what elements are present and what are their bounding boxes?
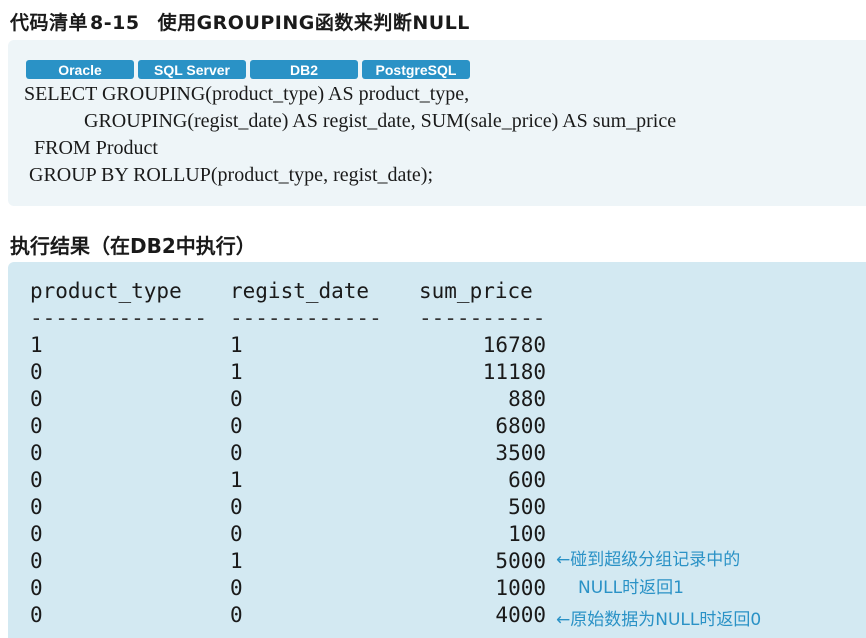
- tag-oracle: Oracle: [26, 60, 134, 79]
- cell-product-type: 0: [30, 468, 43, 492]
- cell-sum-price: 6800: [495, 414, 546, 438]
- tag-postgresql: PostgreSQL: [362, 60, 470, 79]
- listing-caption: 使用GROUPING函数来判断NULL: [157, 12, 470, 34]
- result-panel: product_type regist_date sum_price -----…: [8, 262, 866, 638]
- cell-product-type: 0: [30, 576, 43, 600]
- cell-product-type: 0: [30, 522, 43, 546]
- column-header-regist-date: regist_date: [230, 279, 370, 303]
- tag-db2: DB2: [250, 60, 358, 79]
- cell-regist-date: 1: [230, 360, 243, 384]
- column-separator: ------------: [230, 306, 382, 330]
- listing-number: 8-15: [90, 12, 140, 34]
- code-line: SELECT GROUPING(product_type) AS product…: [24, 83, 470, 105]
- cell-regist-date: 0: [230, 495, 243, 519]
- cell-sum-price: 4000: [495, 603, 546, 627]
- column-separator: --------------: [30, 306, 208, 330]
- cell-regist-date: 0: [230, 414, 243, 438]
- cell-regist-date: 1: [230, 333, 243, 357]
- cell-product-type: 0: [30, 495, 43, 519]
- code-line: GROUPING(regist_date) AS regist_date, SU…: [24, 110, 677, 132]
- listing-label: 代码清单: [10, 12, 89, 34]
- note-line: NULL时返回1: [578, 578, 684, 598]
- cell-sum-price: 600: [508, 468, 546, 492]
- listing-title: 代码清单 8-15 使用GROUPING函数来判断NULL: [10, 8, 470, 35]
- cell-product-type: 0: [30, 414, 43, 438]
- cell-product-type: 0: [30, 549, 43, 573]
- note-line: ←碰到超级分组记录中的: [556, 550, 741, 570]
- cell-product-type: 0: [30, 603, 43, 627]
- result-heading: 执行结果（在DB2中执行）: [10, 234, 256, 258]
- note-original-null: ←原始数据为NULL时返回0: [556, 610, 762, 630]
- cell-regist-date: 0: [230, 522, 243, 546]
- cell-regist-date: 0: [230, 387, 243, 411]
- column-separator: ----------: [419, 306, 546, 330]
- note-superaggregate-null: ←碰到超级分组记录中的 NULL时返回1: [556, 545, 740, 598]
- cell-sum-price: 5000: [495, 549, 546, 573]
- column-header-sum-price: sum_price: [419, 279, 533, 303]
- cell-sum-price: 1000: [495, 576, 546, 600]
- cell-regist-date: 0: [230, 603, 243, 627]
- cell-sum-price: 500: [508, 495, 546, 519]
- cell-sum-price: 880: [508, 387, 546, 411]
- cell-regist-date: 1: [230, 549, 243, 573]
- cell-regist-date: 1: [230, 468, 243, 492]
- cell-regist-date: 0: [230, 441, 243, 465]
- cell-sum-price: 100: [508, 522, 546, 546]
- column-header-product-type: product_type: [30, 279, 182, 303]
- code-line: GROUP BY ROLLUP(product_type, regist_dat…: [24, 164, 434, 186]
- cell-product-type: 0: [30, 441, 43, 465]
- cell-sum-price: 16780: [482, 333, 546, 357]
- cell-product-type: 0: [30, 360, 43, 384]
- cell-regist-date: 0: [230, 576, 243, 600]
- cell-product-type: 0: [30, 387, 43, 411]
- cell-product-type: 1: [30, 333, 43, 357]
- cell-sum-price: 3500: [495, 441, 546, 465]
- tag-sql-server: SQL Server: [138, 60, 246, 79]
- code-block: Oracle SQL Server DB2 PostgreSQL SELECT …: [8, 40, 866, 206]
- code-line: FROM Product: [24, 137, 158, 159]
- cell-sum-price: 11180: [482, 360, 546, 384]
